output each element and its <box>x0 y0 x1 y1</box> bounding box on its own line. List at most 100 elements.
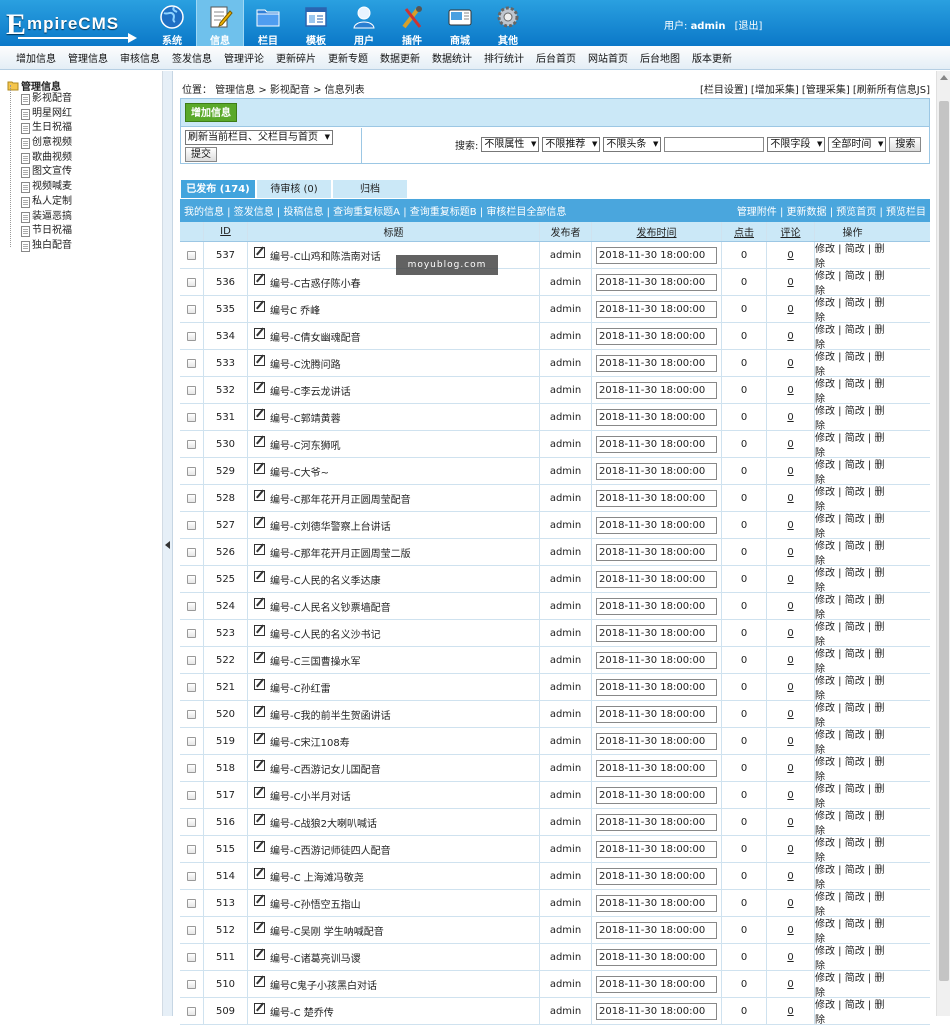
row-checkbox[interactable] <box>187 736 196 746</box>
edit-icon[interactable] <box>254 759 265 771</box>
row-comments[interactable]: 0 <box>787 304 793 315</box>
row-time-input[interactable]: 2018-11-30 18:00:00 <box>596 975 717 993</box>
edit-icon[interactable] <box>254 489 265 501</box>
row-title[interactable]: 编号-C那年花开月正圆周莹配音 <box>270 491 411 506</box>
tree-item[interactable]: 影视配音 <box>7 92 162 107</box>
row-time-input[interactable]: 2018-11-30 18:00:00 <box>596 354 717 372</box>
row-checkbox[interactable] <box>187 763 196 773</box>
tree-item[interactable]: 私人定制 <box>7 195 162 210</box>
row-checkbox[interactable] <box>187 520 196 530</box>
row-ops[interactable]: 修改 | 简改 | 删除 <box>815 674 890 702</box>
edit-icon[interactable] <box>254 327 265 339</box>
subnav-item-0[interactable]: 增加信息 <box>16 50 56 65</box>
time-select[interactable]: 全部时间 <box>828 137 887 152</box>
nav-item-4[interactable]: 用户 <box>340 0 388 47</box>
row-ops[interactable]: 修改 | 简改 | 删除 <box>815 863 890 891</box>
subnav-item-4[interactable]: 管理评论 <box>224 50 264 65</box>
row-time-input[interactable]: 2018-11-30 18:00:00 <box>596 921 717 939</box>
tab-0[interactable]: 已发布 (174) <box>180 179 256 199</box>
row-time-input[interactable]: 2018-11-30 18:00:00 <box>596 462 717 480</box>
row-checkbox[interactable] <box>187 493 196 503</box>
nav-item-0[interactable]: 系统 <box>148 0 196 47</box>
nav-item-5[interactable]: 插件 <box>388 0 436 47</box>
row-ops[interactable]: 修改 | 简改 | 删除 <box>815 485 890 513</box>
row-checkbox[interactable] <box>187 250 196 260</box>
row-time-input[interactable]: 2018-11-30 18:00:00 <box>596 273 717 291</box>
edit-icon[interactable] <box>254 300 265 312</box>
row-ops[interactable]: 修改 | 简改 | 删除 <box>815 377 890 405</box>
row-comments[interactable]: 0 <box>787 925 793 936</box>
subnav-item-5[interactable]: 更新碎片 <box>276 50 316 65</box>
row-title[interactable]: 编号-C孙红雷 <box>270 680 331 695</box>
row-ops[interactable]: 修改 | 简改 | 删除 <box>815 971 890 999</box>
row-checkbox[interactable] <box>187 439 196 449</box>
row-comments[interactable]: 0 <box>787 844 793 855</box>
row-checkbox[interactable] <box>187 952 196 962</box>
row-time-input[interactable]: 2018-11-30 18:00:00 <box>596 543 717 561</box>
tree-root[interactable]: 管理信息 <box>7 78 162 93</box>
row-comments[interactable]: 0 <box>787 682 793 693</box>
row-comments[interactable]: 0 <box>787 817 793 828</box>
row-title[interactable]: 编号-C 楚乔传 <box>270 1004 334 1019</box>
tab-1[interactable]: 待审核 (0) <box>256 179 332 199</box>
row-title[interactable]: 编号-C人民的名义季达康 <box>270 572 381 587</box>
edit-icon[interactable] <box>254 408 265 420</box>
edit-icon[interactable] <box>254 921 265 933</box>
nav-item-2[interactable]: 栏目 <box>244 0 292 47</box>
row-time-input[interactable]: 2018-11-30 18:00:00 <box>596 408 717 426</box>
row-comments[interactable]: 0 <box>787 277 793 288</box>
add-info-button[interactable]: 增加信息 <box>185 103 237 122</box>
scrollbar[interactable] <box>936 71 950 1016</box>
edit-icon[interactable] <box>254 813 265 825</box>
row-time-input[interactable]: 2018-11-30 18:00:00 <box>596 867 717 885</box>
search-input[interactable] <box>664 137 765 152</box>
subnav-item-2[interactable]: 审核信息 <box>120 50 160 65</box>
row-time-input[interactable]: 2018-11-30 18:00:00 <box>596 786 717 804</box>
edit-icon[interactable] <box>254 894 265 906</box>
edit-icon[interactable] <box>254 435 265 447</box>
row-ops[interactable]: 修改 | 简改 | 删除 <box>815 566 890 594</box>
tree-item[interactable]: 图文宣传 <box>7 165 162 180</box>
tree-item[interactable]: 歌曲视频 <box>7 151 162 166</box>
row-comments[interactable]: 0 <box>787 763 793 774</box>
row-comments[interactable]: 0 <box>787 871 793 882</box>
row-time-input[interactable]: 2018-11-30 18:00:00 <box>596 516 717 534</box>
row-comments[interactable]: 0 <box>787 601 793 612</box>
table-links-right[interactable]: 管理附件 | 更新数据 | 预览首页 | 预览栏目 <box>737 203 926 218</box>
edit-icon[interactable] <box>254 732 265 744</box>
row-title[interactable]: 编号-C郭靖黄蓉 <box>270 410 341 425</box>
splitter[interactable] <box>163 71 173 1016</box>
edit-icon[interactable] <box>254 705 265 717</box>
row-ops[interactable]: 修改 | 简改 | 删除 <box>815 350 890 378</box>
row-title[interactable]: 编号-C宋江108寿 <box>270 734 350 749</box>
row-ops[interactable]: 修改 | 简改 | 删除 <box>815 809 890 837</box>
row-ops[interactable]: 修改 | 简改 | 删除 <box>815 944 890 972</box>
row-comments[interactable]: 0 <box>787 466 793 477</box>
subnav-item-11[interactable]: 网站首页 <box>588 50 628 65</box>
logout-link[interactable]: [退出] <box>735 21 763 32</box>
tree-item[interactable]: 明星网红 <box>7 107 162 122</box>
row-title[interactable]: 编号-C西游记女儿国配音 <box>270 761 381 776</box>
row-comments[interactable]: 0 <box>787 655 793 666</box>
row-time-input[interactable]: 2018-11-30 18:00:00 <box>596 678 717 696</box>
nav-item-7[interactable]: 其他 <box>484 0 532 47</box>
edit-icon[interactable] <box>254 678 265 690</box>
subnav-item-13[interactable]: 版本更新 <box>692 50 732 65</box>
row-title[interactable]: 编号-C人民名义钞票墙配音 <box>270 599 391 614</box>
row-comments[interactable]: 0 <box>787 358 793 369</box>
edit-icon[interactable] <box>254 543 265 555</box>
row-ops[interactable]: 修改 | 简改 | 删除 <box>815 890 890 918</box>
nav-item-3[interactable]: 模板 <box>292 0 340 47</box>
row-time-input[interactable]: 2018-11-30 18:00:00 <box>596 948 717 966</box>
edit-icon[interactable] <box>254 651 265 663</box>
row-time-input[interactable]: 2018-11-30 18:00:00 <box>596 813 717 831</box>
edit-icon[interactable] <box>254 786 265 798</box>
row-ops[interactable]: 修改 | 简改 | 删除 <box>815 593 890 621</box>
row-ops[interactable]: 修改 | 简改 | 删除 <box>815 458 890 486</box>
row-checkbox[interactable] <box>187 817 196 827</box>
row-title[interactable]: 编号-C孙悟空五指山 <box>270 896 361 911</box>
row-title[interactable]: 编号-C大爷~ <box>270 464 329 479</box>
row-checkbox[interactable] <box>187 871 196 881</box>
scroll-thumb[interactable] <box>939 101 949 981</box>
edit-icon[interactable] <box>254 867 265 879</box>
